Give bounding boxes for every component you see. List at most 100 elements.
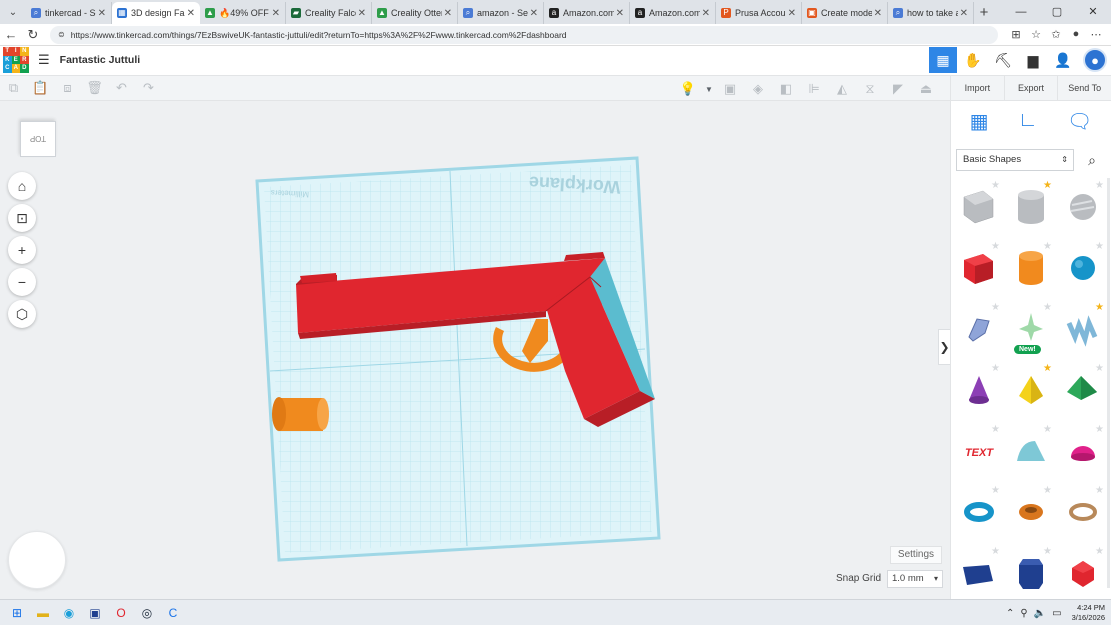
shape-cone[interactable]: ★: [954, 361, 1004, 418]
shape-category-select[interactable]: Basic Shapes ⇕: [956, 149, 1074, 171]
notes-icon[interactable]: 🗨: [1067, 109, 1092, 141]
shape-pyramid[interactable]: ★: [1006, 361, 1056, 418]
favorite-star-icon[interactable]: ★: [1095, 363, 1104, 374]
shape-roof[interactable]: ★: [1058, 361, 1108, 418]
steam-icon[interactable]: ◎: [134, 600, 160, 625]
tab-close-icon[interactable]: ✕: [187, 8, 195, 19]
browser-tab[interactable]: ▣ Create model | Pr✕: [802, 2, 888, 24]
copy-icon[interactable]: ⧉: [0, 80, 27, 96]
more-menu-icon[interactable]: ⋯: [1086, 28, 1106, 41]
favorite-star-icon[interactable]: ★: [991, 485, 1000, 496]
shape-half-sphere[interactable]: ★: [1058, 422, 1108, 479]
orange-cylinder-shape[interactable]: [272, 397, 329, 431]
windows-start-icon[interactable]: ⊞: [4, 600, 30, 625]
bookmark-star-icon[interactable]: ☆: [1026, 28, 1046, 41]
store-icon[interactable]: ▣: [82, 600, 108, 625]
browser-tab[interactable]: ▲ 🔥49% OFF Cloud✕: [200, 2, 286, 24]
network-icon[interactable]: ⚲: [1020, 608, 1027, 619]
favorite-star-icon[interactable]: ★: [1095, 424, 1104, 435]
3d-viewport[interactable]: Workplane Millimeters TOP ⌂ ⊡ + − ⬡ ❯ Se…: [0, 101, 950, 599]
collapse-panel-chevron-icon[interactable]: ❯: [938, 329, 950, 365]
battery-icon[interactable]: ▭: [1052, 608, 1061, 619]
tray-chevron-icon[interactable]: ⌃: [1006, 608, 1014, 619]
tab-close-icon[interactable]: ✕: [874, 8, 882, 19]
back-icon[interactable]: ←: [0, 27, 22, 42]
send-to-button[interactable]: Send To: [1057, 76, 1111, 100]
home-view-icon[interactable]: ⌂: [8, 172, 36, 200]
cruise-icon[interactable]: ⧖: [856, 81, 884, 97]
favorite-star-icon[interactable]: ★: [991, 180, 1000, 191]
shape-ring[interactable]: ★: [1058, 483, 1108, 540]
shape-cylinder-hole[interactable]: ★: [1006, 178, 1056, 235]
favorites-icon[interactable]: ✩: [1046, 28, 1066, 41]
import-button[interactable]: Import: [950, 76, 1004, 100]
avatar[interactable]: ●: [1083, 48, 1107, 72]
tab-close-icon[interactable]: ✕: [530, 8, 538, 19]
shape-graphic[interactable]: ★ New!: [1006, 300, 1056, 357]
maximize-icon[interactable]: ▢: [1039, 0, 1075, 24]
navigation-ball[interactable]: [8, 531, 66, 589]
favorite-star-icon[interactable]: ★: [1095, 485, 1104, 496]
favorite-star-icon[interactable]: ★: [991, 302, 1000, 313]
url-field[interactable]: ⊜ https://www.tinkercad.com/things/7EzBs…: [50, 25, 998, 44]
undo-icon[interactable]: ↶: [108, 80, 135, 96]
tab-close-icon[interactable]: ✕: [98, 8, 106, 19]
tab-close-icon[interactable]: ✕: [702, 8, 710, 19]
profile-icon[interactable]: ●: [1066, 28, 1086, 41]
app-c-icon[interactable]: C: [160, 600, 186, 625]
ruler-tool-icon[interactable]: ∟: [1018, 109, 1038, 141]
new-tab-button[interactable]: +: [974, 2, 994, 24]
tab-menu-chevron-icon[interactable]: ⌄: [0, 0, 26, 24]
tab-close-icon[interactable]: ✕: [788, 8, 796, 19]
bricks-icon[interactable]: ▆: [1019, 47, 1047, 73]
scene-canvas[interactable]: Workplane Millimeters: [0, 101, 950, 599]
shape-sphere-hole[interactable]: ★: [1058, 178, 1108, 235]
browser-tab[interactable]: P Prusa Account✕: [716, 2, 802, 24]
browser-tab[interactable]: ⌕ how to take a scr✕: [888, 2, 974, 24]
hole-group-icon[interactable]: ◧: [772, 81, 800, 97]
favorite-star-icon[interactable]: ★: [1095, 241, 1104, 252]
light-dropdown-icon[interactable]: ▼: [702, 85, 716, 94]
shape-tube[interactable]: ★: [1006, 483, 1056, 540]
shape-box[interactable]: ★: [954, 239, 1004, 296]
tab-close-icon[interactable]: ✕: [272, 8, 280, 19]
favorite-star-icon[interactable]: ★: [1043, 363, 1052, 374]
favorite-star-icon[interactable]: ★: [991, 241, 1000, 252]
site-info-icon[interactable]: ⊜: [58, 30, 65, 39]
favorite-star-icon[interactable]: ★: [1043, 485, 1052, 496]
ungroup-icon[interactable]: ◈: [744, 81, 772, 97]
favorite-star-icon[interactable]: ★: [991, 363, 1000, 374]
fit-view-icon[interactable]: ⊡: [8, 204, 36, 232]
shape-round-roof[interactable]: ★: [1006, 422, 1056, 479]
tab-close-icon[interactable]: ✕: [358, 8, 366, 19]
zoom-out-icon[interactable]: −: [8, 268, 36, 296]
browser-tab[interactable]: ▲ Creality Otter Lite✕: [372, 2, 458, 24]
shape-wedge[interactable]: ★: [954, 544, 1004, 601]
clock[interactable]: 4:24 PM 3/16/2026: [1072, 603, 1105, 623]
design-title[interactable]: Fantastic Juttuli: [60, 54, 141, 66]
sim-lab-icon[interactable]: ✋: [959, 47, 987, 73]
favorite-star-icon[interactable]: ★: [1095, 180, 1104, 191]
grid-view-icon[interactable]: ▦: [970, 109, 989, 141]
shape-polyhedron[interactable]: ★: [1058, 544, 1108, 601]
zoom-in-icon[interactable]: +: [8, 236, 36, 264]
delete-icon[interactable]: 🗑: [81, 80, 108, 96]
browser-tab[interactable]: ▦ 3D design Fantastic Juttuli✕: [112, 2, 200, 24]
reload-icon[interactable]: ↻: [22, 27, 44, 43]
shape-scribble[interactable]: ★: [954, 300, 1004, 357]
snap-grid-select[interactable]: 1.0 mm ▾: [887, 570, 943, 588]
workplane-icon[interactable]: ⏏: [912, 81, 940, 97]
close-window-icon[interactable]: ✕: [1075, 0, 1111, 24]
perspective-icon[interactable]: ⬡: [8, 300, 36, 328]
shape-hexagonal-prism[interactable]: ★: [1006, 544, 1056, 601]
shape-cylinder[interactable]: ★: [1006, 239, 1056, 296]
mirror-icon[interactable]: ◭: [828, 81, 856, 97]
group-icon[interactable]: ▣: [716, 81, 744, 97]
duplicate-icon[interactable]: ⧈: [54, 80, 81, 96]
app-install-icon[interactable]: ⊞: [1006, 28, 1026, 41]
tinkercad-logo[interactable]: TINKERCAD: [3, 47, 29, 73]
favorite-star-icon[interactable]: ★: [1095, 302, 1104, 313]
tab-close-icon[interactable]: ✕: [960, 8, 968, 19]
tab-close-icon[interactable]: ✕: [616, 8, 624, 19]
add-user-icon[interactable]: 👤: [1049, 47, 1077, 73]
